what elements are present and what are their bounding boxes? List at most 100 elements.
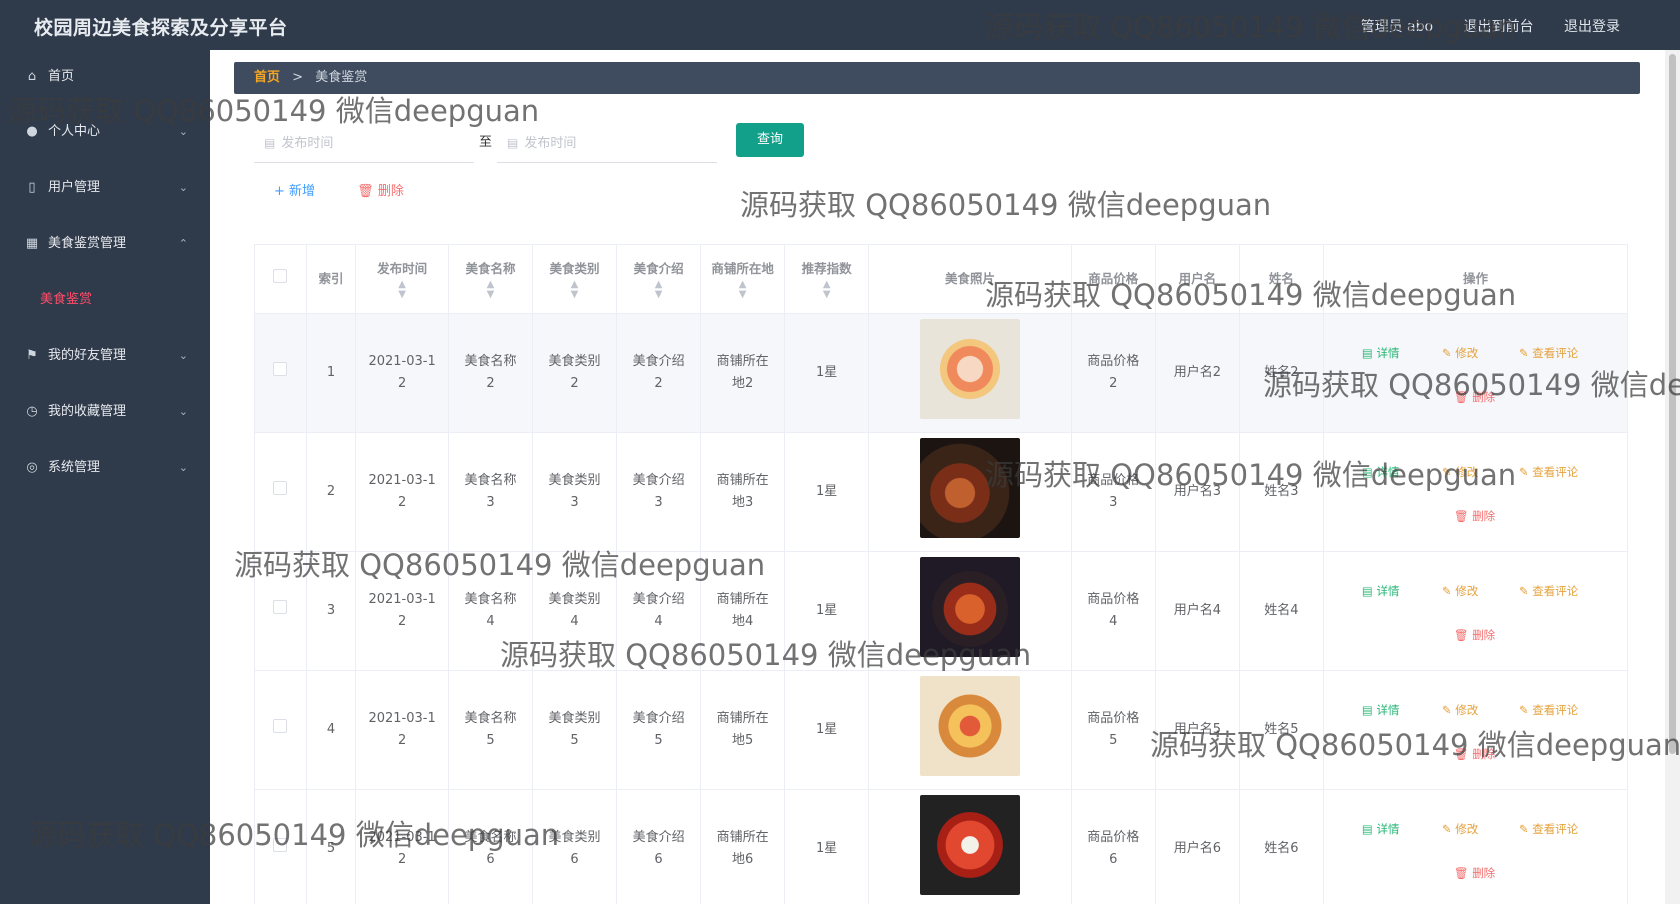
query-button[interactable]: 查询 bbox=[736, 123, 804, 157]
column-header[interactable]: 商铺所在地 ▲ ▼ bbox=[700, 244, 786, 314]
sidebar-item-food-management[interactable]: ▦ 美食鉴赏管理 ⌃ bbox=[0, 216, 210, 272]
sidebar-item-user-management[interactable]: ▯ 用户管理 ⌄ bbox=[0, 160, 210, 216]
select-all-cell[interactable] bbox=[254, 244, 307, 314]
sidebar-item-system[interactable]: ◎ 系统管理 ⌄ bbox=[0, 440, 210, 496]
sort-icon[interactable]: ▲ ▼ bbox=[785, 280, 868, 300]
back-to-front-link[interactable]: 退出到前台 bbox=[1464, 19, 1534, 35]
select-all-checkbox[interactable] bbox=[273, 269, 288, 283]
sidebar-item-friends[interactable]: ⚑ 我的好友管理 ⌄ bbox=[0, 328, 210, 384]
document-icon: ▤ bbox=[1361, 346, 1377, 360]
edit-button[interactable]: ✎ 修改 bbox=[1442, 818, 1478, 840]
logout-link[interactable]: 退出登录 bbox=[1564, 19, 1620, 35]
sidebar-item-label: 首页 bbox=[48, 69, 75, 84]
chevron-up-icon: ⌃ bbox=[178, 237, 188, 250]
column-header[interactable]: 用户名 bbox=[1154, 244, 1240, 314]
view-comments-button[interactable]: ✎ 查看评论 bbox=[1519, 580, 1578, 602]
sort-icon[interactable]: ▲ ▼ bbox=[356, 280, 448, 300]
row-checkbox[interactable] bbox=[273, 838, 288, 852]
price-cell: 商品价格6 bbox=[1070, 789, 1156, 904]
ops-cell: ▤ 详情 ✎ 修改 ✎ 查看评论 🗑 删除 bbox=[1322, 670, 1629, 790]
detail-button[interactable]: ▤ 详情 bbox=[1362, 699, 1400, 721]
row-select-cell[interactable] bbox=[254, 432, 307, 552]
table-row[interactable]: 5 2021-03-12 美食名称6 美食类别6 美食介绍6 商铺所在地6 1星 商品价格6 用… bbox=[254, 789, 1629, 904]
table-row[interactable]: 3 2021-03-12 美食名称4 美食类别4 美食介绍4 商铺所在地4 1星 商品价格4 用… bbox=[254, 551, 1629, 671]
realname-cell: 姓名3 bbox=[1238, 432, 1324, 552]
delete-button[interactable]: 🗑 删除 bbox=[1454, 862, 1495, 884]
view-comments-button[interactable]: ✎ 查看评论 bbox=[1519, 699, 1578, 721]
vertical-scrollbar[interactable] bbox=[1665, 50, 1680, 904]
detail-button[interactable]: ▤ 详情 bbox=[1362, 580, 1400, 602]
food-category-cell: 美食类别2 bbox=[531, 313, 618, 433]
column-header[interactable]: 美食介绍 ▲ ▼ bbox=[616, 244, 702, 314]
location-cell: 商铺所在地6 bbox=[700, 789, 786, 904]
home-icon: ⌂ bbox=[27, 69, 37, 84]
column-header[interactable]: 美食照片 bbox=[868, 244, 1072, 314]
start-date-input[interactable]: ▤ 发布时间 bbox=[254, 123, 474, 163]
rating-cell: 1星 bbox=[784, 432, 870, 552]
table-row[interactable]: 4 2021-03-12 美食名称5 美食类别5 美食介绍5 商铺所在地5 1星 商品价格5 用… bbox=[254, 670, 1629, 790]
sidebar-item-profile[interactable]: ● 个人中心 ⌄ bbox=[0, 104, 210, 160]
sort-icon[interactable]: ▲ ▼ bbox=[701, 280, 784, 300]
add-button[interactable]: + 新增 bbox=[274, 184, 315, 199]
row-select-cell[interactable] bbox=[254, 670, 307, 790]
row-checkbox[interactable] bbox=[273, 481, 288, 495]
row-checkbox[interactable] bbox=[273, 362, 288, 376]
row-select-cell[interactable] bbox=[254, 789, 307, 904]
top-header: 校园周边美食探索及分享平台 管理员 abo 退出到前台 退出登录 bbox=[0, 0, 1680, 50]
food-photo[interactable] bbox=[919, 438, 1020, 538]
food-table: 索引 发布时间 ▲ ▼ 美食名称 ▲ ▼ 美食类别 ▲ ▼ 美食介绍 ▲ ▼ 商铺所在地 ▲ ▼ 推… bbox=[254, 244, 1629, 904]
food-photo[interactable] bbox=[919, 557, 1020, 657]
detail-button[interactable]: ▤ 详情 bbox=[1362, 818, 1400, 840]
edit-button[interactable]: ✎ 修改 bbox=[1442, 342, 1478, 364]
sidebar-item-food-appreciation[interactable]: 美食鉴赏 bbox=[0, 272, 210, 328]
sort-icon[interactable]: ▲ ▼ bbox=[449, 280, 532, 300]
time-cell: 2021-03-12 bbox=[355, 789, 449, 904]
end-date-input[interactable]: ▤ 发布时间 bbox=[497, 123, 717, 163]
food-intro-cell: 美食介绍2 bbox=[616, 313, 702, 433]
rating-cell: 1星 bbox=[784, 313, 870, 433]
column-header[interactable]: 美食类别 ▲ ▼ bbox=[531, 244, 618, 314]
food-photo[interactable] bbox=[919, 319, 1020, 419]
sidebar-item-home[interactable]: ⌂ 首页 bbox=[0, 50, 210, 104]
row-select-cell[interactable] bbox=[254, 551, 307, 671]
grid-icon: ▦ bbox=[25, 236, 39, 251]
delete-button[interactable]: 🗑 删除 bbox=[1454, 386, 1495, 408]
column-header[interactable]: 发布时间 ▲ ▼ bbox=[355, 244, 449, 314]
breadcrumb-home[interactable]: 首页 bbox=[254, 70, 280, 85]
detail-button[interactable]: ▤ 详情 bbox=[1362, 342, 1400, 364]
delete-button[interactable]: 🗑 删除 bbox=[1454, 624, 1495, 646]
column-header[interactable]: 推荐指数 ▲ ▼ bbox=[784, 244, 870, 314]
scrollbar-thumb[interactable] bbox=[1669, 54, 1676, 754]
row-checkbox[interactable] bbox=[273, 600, 288, 614]
delete-button[interactable]: 🗑 删除 bbox=[1454, 743, 1495, 765]
sidebar-item-favorites[interactable]: ◷ 我的收藏管理 ⌄ bbox=[0, 384, 210, 440]
view-comments-button[interactable]: ✎ 查看评论 bbox=[1519, 461, 1578, 483]
column-header[interactable]: 美食名称 ▲ ▼ bbox=[447, 244, 534, 314]
delete-button[interactable]: 🗑 删除 bbox=[1454, 505, 1495, 527]
food-photo[interactable] bbox=[919, 676, 1020, 776]
view-comments-button[interactable]: ✎ 查看评论 bbox=[1519, 818, 1578, 840]
column-header[interactable]: 姓名 bbox=[1238, 244, 1324, 314]
index-cell: 1 bbox=[305, 313, 357, 433]
detail-button[interactable]: ▤ 详情 bbox=[1362, 461, 1400, 483]
sidebar-item-label: 我的好友管理 bbox=[48, 348, 127, 363]
sort-icon[interactable]: ▲ ▼ bbox=[617, 280, 700, 300]
phone-icon: ▯ bbox=[28, 180, 36, 195]
table-row[interactable]: 1 2021-03-12 美食名称2 美食类别2 美食介绍2 商铺所在地2 1星 商品价格2 用… bbox=[254, 313, 1629, 433]
price-cell: 商品价格3 bbox=[1070, 432, 1156, 552]
table-row[interactable]: 2 2021-03-12 美食名称3 美食类别3 美食介绍3 商铺所在地3 1星 商品价格3 用… bbox=[254, 432, 1629, 552]
sort-icon[interactable]: ▲ ▼ bbox=[533, 280, 616, 300]
view-comments-button[interactable]: ✎ 查看评论 bbox=[1519, 342, 1578, 364]
edit-button[interactable]: ✎ 修改 bbox=[1442, 580, 1478, 602]
row-checkbox[interactable] bbox=[273, 719, 288, 733]
column-header[interactable]: 商品价格 bbox=[1070, 244, 1156, 314]
food-name-cell: 美食名称3 bbox=[447, 432, 534, 552]
edit-button[interactable]: ✎ 修改 bbox=[1442, 699, 1478, 721]
index-cell: 3 bbox=[305, 551, 357, 671]
food-photo[interactable] bbox=[919, 795, 1020, 895]
price-cell: 商品价格5 bbox=[1070, 670, 1156, 790]
food-intro-cell: 美食介绍5 bbox=[616, 670, 702, 790]
edit-button[interactable]: ✎ 修改 bbox=[1442, 461, 1478, 483]
row-select-cell[interactable] bbox=[254, 313, 307, 433]
batch-delete-button[interactable]: 🗑 删除 bbox=[357, 184, 404, 199]
